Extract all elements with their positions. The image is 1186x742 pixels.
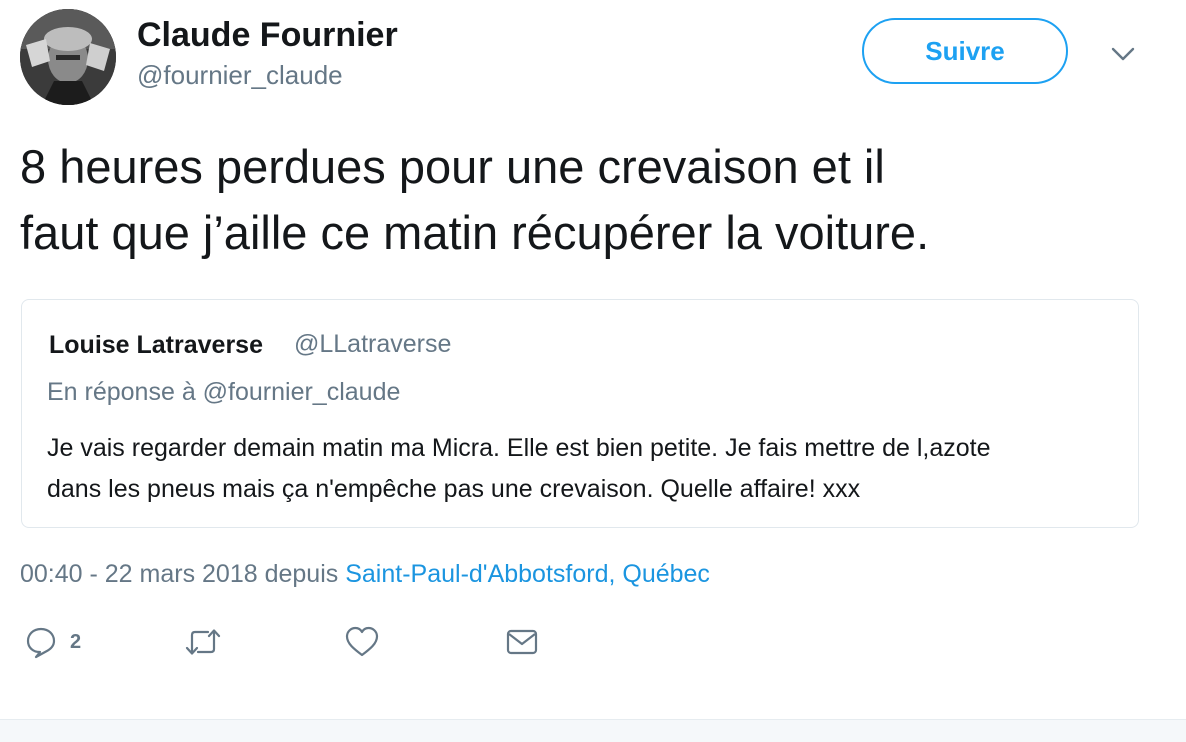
tweet-meta: 00:40 - 22 mars 2018 depuis Saint-Paul-d… bbox=[20, 560, 710, 589]
author-name[interactable]: Claude Fournier bbox=[137, 16, 398, 55]
tweet-text-line: 8 heures perdues pour une crevaison et i… bbox=[20, 140, 885, 193]
quoted-reply-context: En réponse à @fournier_claude bbox=[47, 378, 401, 406]
quoted-text: Je vais regarder demain matin ma Micra. … bbox=[47, 428, 1127, 510]
retweet-icon bbox=[185, 629, 221, 655]
reply-icon bbox=[26, 627, 56, 659]
tweet-text: 8 heures perdues pour une crevaison et i… bbox=[20, 134, 1150, 266]
reply-count: 2 bbox=[70, 630, 82, 653]
reply-button[interactable]: 2 bbox=[24, 624, 81, 660]
quoted-text-line: Je vais regarder demain matin ma Micra. … bbox=[47, 434, 991, 462]
quoted-author-handle: @LLatraverse bbox=[294, 330, 452, 358]
avatar-image bbox=[20, 9, 116, 105]
quoted-author-name: Louise Latraverse bbox=[49, 331, 263, 359]
chevron-down-icon[interactable] bbox=[1108, 40, 1138, 68]
retweet-button[interactable] bbox=[184, 624, 222, 660]
timestamp[interactable]: 00:40 - 22 mars 2018 depuis bbox=[20, 560, 338, 588]
avatar[interactable] bbox=[20, 9, 116, 105]
direct-message-button[interactable] bbox=[505, 624, 539, 660]
tweet-text-line: faut que j’aille ce matin récupérer la v… bbox=[20, 206, 930, 259]
follow-button[interactable]: Suivre bbox=[862, 18, 1068, 84]
like-icon bbox=[345, 626, 379, 657]
quoted-text-line: dans les pneus mais ça n'empêche pas une… bbox=[47, 475, 861, 503]
like-button[interactable] bbox=[344, 624, 380, 660]
tweet-card: Claude Fournier @fournier_claude Suivre … bbox=[0, 0, 1186, 742]
message-icon bbox=[506, 629, 538, 655]
location-link[interactable]: Saint-Paul-d'Abbotsford, Québec bbox=[345, 560, 710, 588]
author-handle[interactable]: @fournier_claude bbox=[137, 60, 343, 91]
bottom-divider bbox=[0, 719, 1186, 742]
quoted-tweet[interactable]: Louise Latraverse @LLatraverse En répons… bbox=[21, 299, 1139, 528]
